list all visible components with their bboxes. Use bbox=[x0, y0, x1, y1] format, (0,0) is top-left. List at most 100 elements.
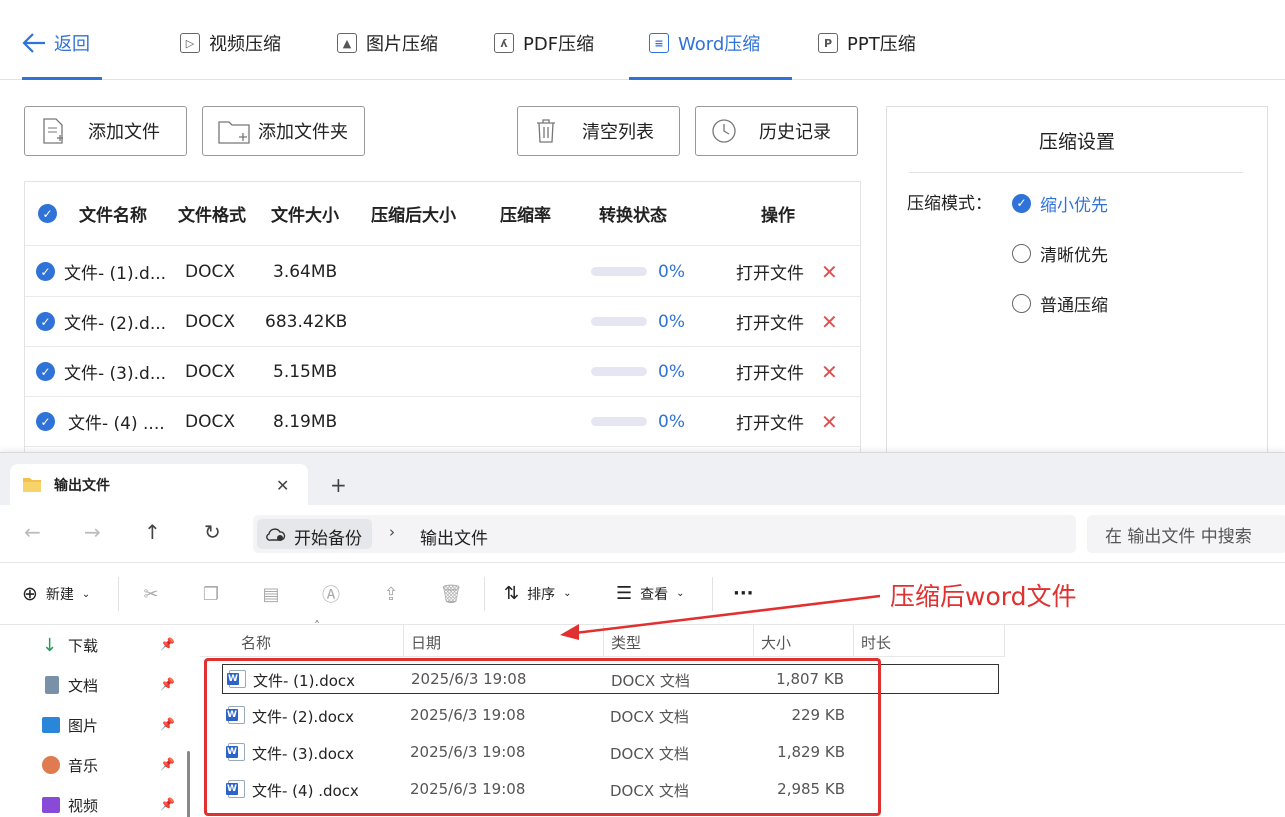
col-file-format: 文件格式 bbox=[178, 206, 246, 226]
pin-icon[interactable]: 📌 bbox=[160, 677, 175, 691]
row-file-size: 683.42KB bbox=[265, 311, 348, 332]
row-file-size: 3.64MB bbox=[273, 261, 338, 282]
ppt-icon: P bbox=[818, 33, 838, 53]
explorer-tab-output[interactable]: 输出文件 ✕ bbox=[10, 464, 308, 506]
sidebar-item-pictures[interactable]: 图片 bbox=[42, 713, 98, 737]
row-file-format: DOCX bbox=[185, 411, 235, 432]
radio-empty-icon bbox=[1012, 243, 1031, 263]
add-file-icon bbox=[43, 118, 63, 144]
open-file-link[interactable]: 打开文件 bbox=[736, 297, 804, 346]
active-tab-underline bbox=[629, 77, 792, 80]
col-name[interactable]: 名称 bbox=[241, 632, 271, 653]
nav-forward-icon[interactable]: → bbox=[84, 520, 101, 544]
back-label: 返回 bbox=[54, 34, 90, 55]
sidebar-scrollbar[interactable] bbox=[187, 751, 190, 817]
add-file-button[interactable]: 添加文件 bbox=[24, 106, 187, 156]
add-file-label: 添加文件 bbox=[88, 122, 160, 143]
clock-icon bbox=[712, 119, 736, 143]
open-file-link[interactable]: 打开文件 bbox=[736, 397, 804, 446]
row-file-format: DOCX bbox=[185, 361, 235, 382]
pin-icon[interactable]: 📌 bbox=[160, 717, 175, 731]
new-button[interactable]: ⊕ 新建 ⌄ bbox=[22, 583, 90, 605]
rename-icon[interactable]: Ⓐ bbox=[320, 583, 342, 606]
address-bar[interactable]: 开始备份 › 输出文件 bbox=[253, 515, 1076, 553]
table-header: ✓ 文件名称 文件格式 文件大小 压缩后大小 压缩率 转换状态 操作 bbox=[25, 182, 860, 246]
open-file-link[interactable]: 打开文件 bbox=[736, 247, 804, 296]
compression-mode-label: 压缩模式： bbox=[907, 194, 992, 214]
row-checkbox[interactable]: ✓ bbox=[36, 362, 55, 381]
tab-label: PDF压缩 bbox=[523, 34, 595, 55]
nav-up-icon[interactable]: ↑ bbox=[144, 520, 161, 544]
share-icon[interactable]: ⇪ bbox=[380, 583, 402, 605]
tab-video-compress[interactable]: ▷ 视频压缩 bbox=[180, 28, 281, 58]
tab-image-compress[interactable]: ▲ 图片压缩 bbox=[337, 28, 438, 58]
col-date[interactable]: 日期 bbox=[411, 632, 441, 653]
history-button[interactable]: 历史记录 bbox=[695, 106, 858, 156]
add-folder-button[interactable]: 添加文件夹 bbox=[202, 106, 365, 156]
back-button[interactable]: 返回 bbox=[22, 28, 90, 58]
sidebar-item-music[interactable]: 音乐 bbox=[42, 753, 98, 777]
refresh-icon[interactable]: ↻ bbox=[204, 520, 221, 544]
sidebar-item-downloads[interactable]: ↓ 下载 bbox=[42, 633, 98, 657]
explorer-tab-bar: 输出文件 ✕ + bbox=[0, 453, 1285, 506]
image-icon: ▲ bbox=[337, 33, 357, 53]
progress-bar bbox=[591, 367, 647, 376]
clear-list-label: 清空列表 bbox=[582, 122, 654, 143]
sidebar-item-documents[interactable]: 文档 bbox=[42, 673, 98, 697]
pin-icon[interactable]: 📌 bbox=[160, 637, 175, 651]
delete-icon[interactable]: ✕ bbox=[821, 397, 838, 446]
column-divider bbox=[1004, 625, 1005, 657]
file-list-table: ✓ 文件名称 文件格式 文件大小 压缩后大小 压缩率 转换状态 操作 ✓ 文件-… bbox=[24, 181, 861, 456]
delete-file-icon[interactable]: 🗑 bbox=[440, 583, 463, 605]
row-checkbox[interactable]: ✓ bbox=[36, 312, 55, 331]
tab-word-compress[interactable]: ≡ Word压缩 bbox=[649, 28, 760, 58]
col-operation: 操作 bbox=[761, 206, 795, 226]
pictures-icon bbox=[42, 717, 60, 733]
tab-label: 图片压缩 bbox=[366, 34, 438, 55]
back-underline bbox=[22, 77, 102, 80]
tab-label: 视频压缩 bbox=[209, 34, 281, 55]
radio-size-priority[interactable]: ✓ 缩小优先 bbox=[1012, 191, 1108, 216]
search-input[interactable]: 在 输出文件 中搜索 bbox=[1087, 515, 1285, 553]
pin-icon[interactable]: 📌 bbox=[160, 797, 175, 811]
compression-settings-panel: 压缩设置 压缩模式： ✓ 缩小优先 清晰优先 普通压缩 bbox=[886, 106, 1268, 466]
new-tab-icon[interactable]: + bbox=[330, 473, 347, 497]
col-file-name: 文件名称 bbox=[79, 206, 147, 226]
radio-empty-icon bbox=[1012, 293, 1031, 313]
delete-icon[interactable]: ✕ bbox=[821, 297, 838, 346]
sidebar-item-label: 图片 bbox=[68, 716, 99, 735]
breadcrumb-root[interactable]: 开始备份 bbox=[257, 519, 372, 549]
delete-icon[interactable]: ✕ bbox=[821, 347, 838, 396]
table-row: ✓ 文件- (3).d... DOCX 5.15MB 0% 打开文件 ✕ bbox=[25, 347, 860, 397]
open-file-link[interactable]: 打开文件 bbox=[736, 347, 804, 396]
breadcrumb-current[interactable]: 输出文件 bbox=[420, 524, 488, 549]
copy-icon[interactable]: ❐ bbox=[200, 583, 222, 605]
nav-back-icon[interactable]: ← bbox=[24, 520, 41, 544]
sidebar-item-label: 视频 bbox=[68, 796, 99, 815]
row-checkbox[interactable]: ✓ bbox=[36, 412, 55, 431]
breadcrumb-root-label: 开始备份 bbox=[294, 529, 362, 549]
paste-icon[interactable]: ▤ bbox=[260, 583, 282, 605]
row-file-name: 文件- (1).d... bbox=[64, 264, 167, 284]
close-tab-icon[interactable]: ✕ bbox=[276, 476, 289, 495]
col-status: 转换状态 bbox=[599, 206, 667, 226]
pin-icon[interactable]: 📌 bbox=[160, 757, 175, 771]
radio-clarity-priority[interactable]: 清晰优先 bbox=[1012, 241, 1108, 266]
row-file-size: 8.19MB bbox=[273, 411, 338, 432]
folder-icon bbox=[23, 478, 41, 492]
delete-icon[interactable]: ✕ bbox=[821, 247, 838, 296]
sort-icon: ⇅ bbox=[504, 583, 520, 604]
row-checkbox[interactable]: ✓ bbox=[36, 262, 55, 281]
cut-icon[interactable]: ✂ bbox=[140, 583, 162, 605]
clear-list-button[interactable]: 清空列表 bbox=[517, 106, 680, 156]
tab-pdf-compress[interactable]: ʎ PDF压缩 bbox=[494, 28, 594, 58]
tab-ppt-compress[interactable]: P PPT压缩 bbox=[818, 28, 916, 58]
row-file-format: DOCX bbox=[185, 261, 235, 282]
sidebar-item-videos[interactable]: 视频 bbox=[42, 793, 98, 817]
radio-normal-compress[interactable]: 普通压缩 bbox=[1012, 291, 1108, 316]
select-all-checkbox[interactable]: ✓ bbox=[38, 204, 57, 223]
tab-label: PPT压缩 bbox=[847, 34, 916, 55]
progress-bar bbox=[591, 267, 647, 276]
row-progress: 0% bbox=[658, 411, 685, 432]
row-progress: 0% bbox=[658, 361, 685, 382]
